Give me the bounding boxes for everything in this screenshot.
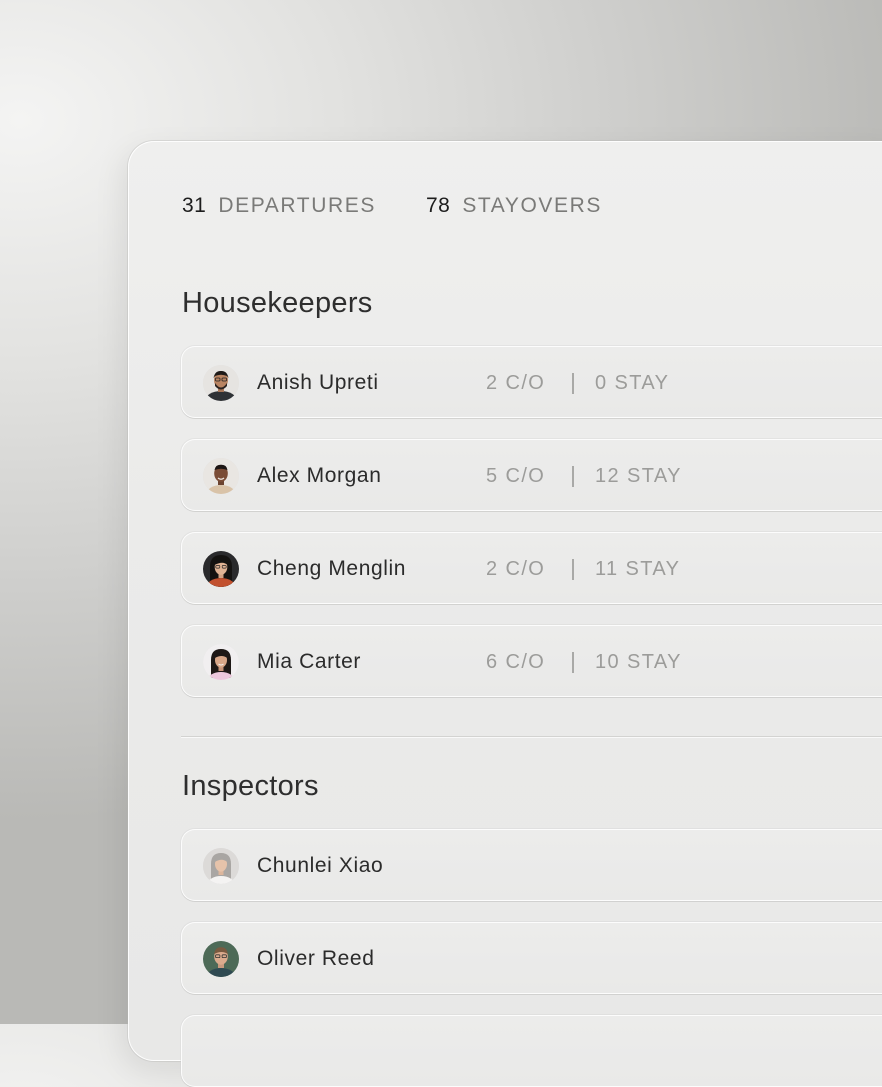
avatar [203, 941, 239, 977]
housekeeper-row[interactable]: Alex Morgan 5 C/O 12 STAY [181, 439, 882, 511]
avatar [203, 644, 239, 680]
checkout-count: 2 C/O [486, 372, 546, 394]
staff-name: Chunlei Xiao [257, 854, 384, 877]
avatar [203, 458, 239, 494]
housekeepers-heading: Housekeepers [182, 287, 373, 319]
inspector-row[interactable] [181, 1015, 882, 1087]
staff-name: Alex Morgan [257, 464, 382, 487]
inspector-row[interactable]: Oliver Reed [181, 922, 882, 994]
departures-stat: 31 DEPARTURES [182, 194, 376, 218]
summary-stats: 31 DEPARTURES 78 STAYOVERS [182, 194, 652, 218]
staff-name: Oliver Reed [257, 947, 375, 970]
stayovers-label: STAYOVERS [462, 194, 602, 217]
checkout-count: 5 C/O [486, 465, 546, 487]
stayovers-count: 78 [425, 194, 451, 217]
avatar [203, 848, 239, 884]
staff-assignment-panel: 31 DEPARTURES 78 STAYOVERS Housekeepers … [128, 141, 882, 1087]
housekeeper-row[interactable]: Anish Upreti 2 C/O 0 STAY [181, 346, 882, 418]
checkout-count: 6 C/O [486, 651, 546, 673]
section-divider [181, 736, 882, 737]
avatar [203, 365, 239, 401]
stay-count: 10 STAY [595, 651, 682, 673]
divider [572, 466, 574, 487]
divider [572, 373, 574, 394]
housekeeper-row[interactable]: Cheng Menglin 2 C/O 11 STAY [181, 532, 882, 604]
avatar [203, 551, 239, 587]
stay-count: 12 STAY [595, 465, 682, 487]
stay-count: 11 STAY [595, 558, 681, 580]
inspectors-heading: Inspectors [182, 770, 319, 802]
staff-name: Cheng Menglin [257, 557, 407, 580]
departures-count: 31 [182, 194, 207, 217]
staff-name: Mia Carter [257, 650, 362, 673]
departures-label: DEPARTURES [218, 194, 376, 217]
inspector-row[interactable]: Chunlei Xiao [181, 829, 882, 901]
divider [572, 652, 574, 673]
stay-count: 0 STAY [595, 372, 670, 394]
housekeeper-row[interactable]: Mia Carter 6 C/O 10 STAY [181, 625, 882, 697]
checkout-count: 2 C/O [486, 558, 546, 580]
staff-name: Anish Upreti [257, 371, 379, 394]
stayovers-stat: 78 STAYOVERS [426, 194, 602, 218]
divider [572, 559, 574, 580]
